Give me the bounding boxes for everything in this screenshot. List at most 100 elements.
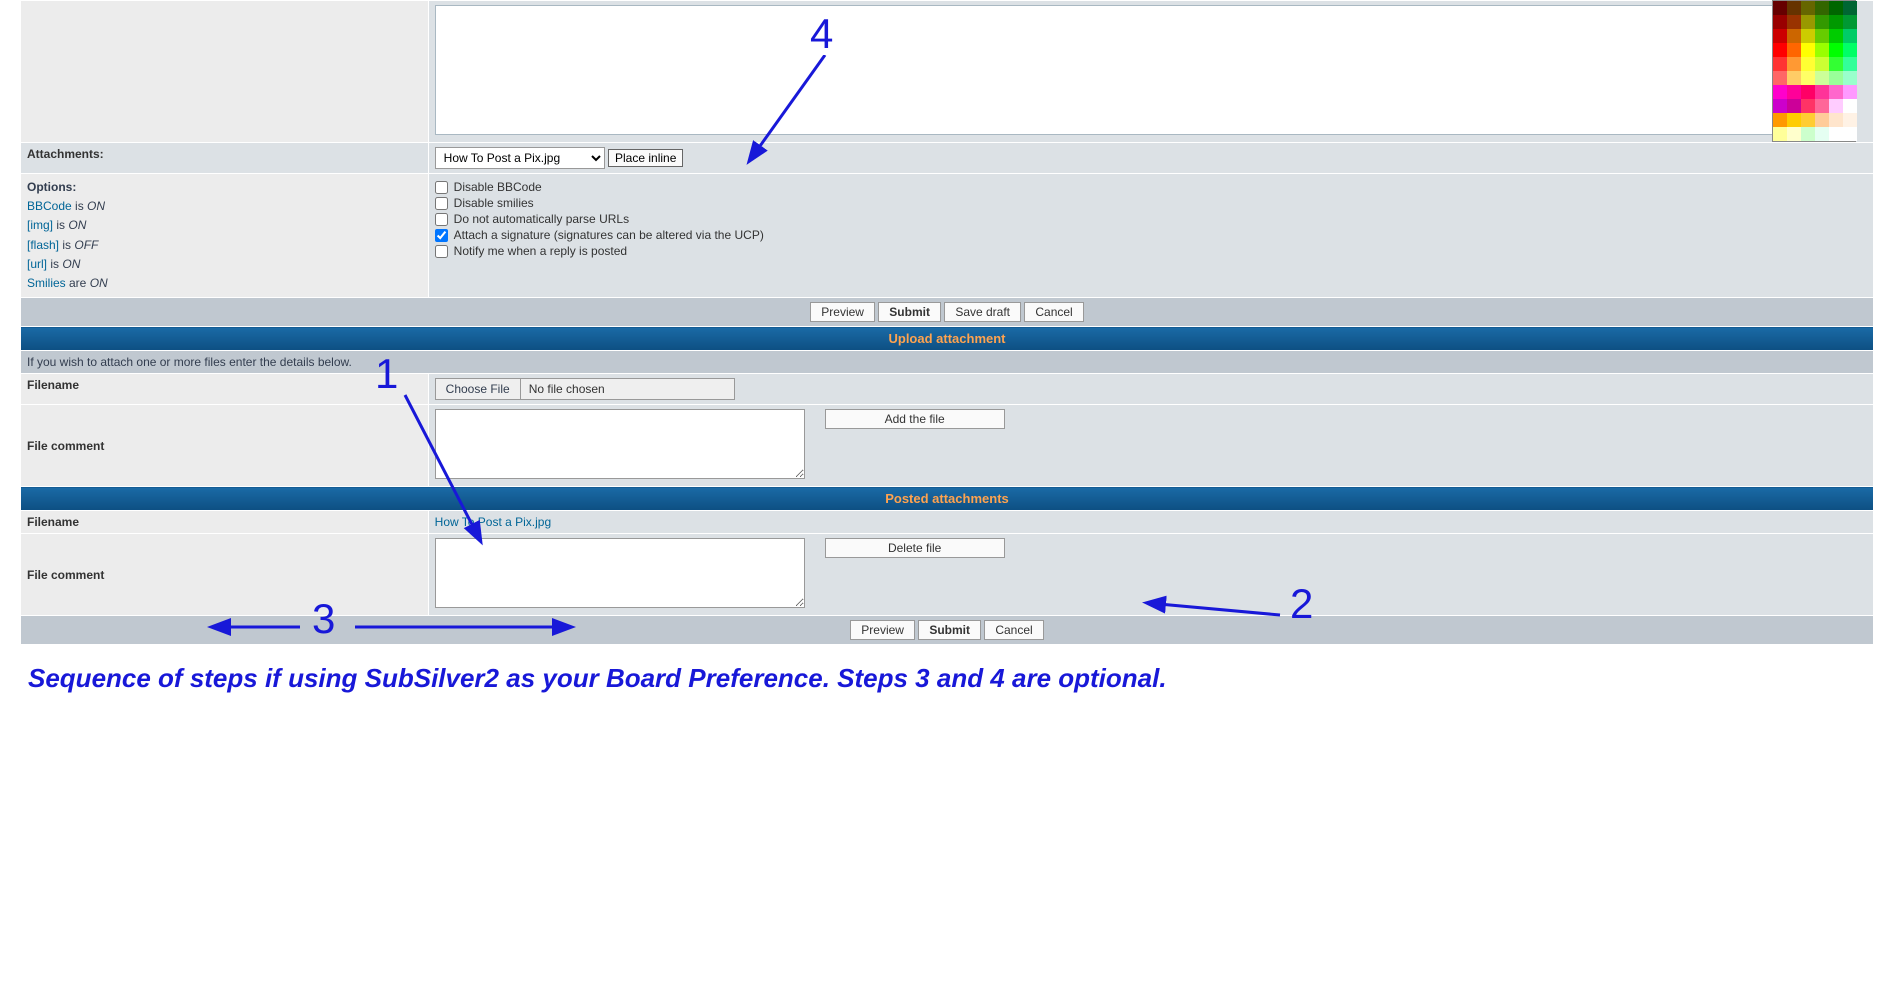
option-state: OFF: [74, 238, 98, 252]
option-checkbox[interactable]: [435, 197, 448, 210]
palette-swatch[interactable]: [1801, 71, 1815, 85]
preview-button-top[interactable]: Preview: [810, 302, 875, 322]
posted-comment-textarea[interactable]: [435, 538, 805, 608]
palette-swatch[interactable]: [1815, 127, 1829, 141]
posted-filename-link[interactable]: How To Post a Pix.jpg: [435, 515, 552, 529]
palette-swatch[interactable]: [1787, 99, 1801, 113]
palette-swatch[interactable]: [1843, 127, 1857, 141]
palette-swatch[interactable]: [1773, 1, 1787, 15]
option-checkbox-label: Do not automatically parse URLs: [454, 212, 629, 226]
palette-swatch[interactable]: [1773, 127, 1787, 141]
option-checkbox[interactable]: [435, 245, 448, 258]
option-tag: BBCode: [27, 199, 72, 213]
palette-swatch[interactable]: [1815, 15, 1829, 29]
palette-swatch[interactable]: [1829, 127, 1843, 141]
palette-swatch[interactable]: [1773, 29, 1787, 43]
palette-swatch[interactable]: [1773, 85, 1787, 99]
palette-swatch[interactable]: [1773, 113, 1787, 127]
option-checkbox-row[interactable]: Attach a signature (signatures can be al…: [435, 228, 1867, 242]
palette-swatch[interactable]: [1801, 1, 1815, 15]
palette-swatch[interactable]: [1843, 15, 1857, 29]
palette-swatch[interactable]: [1815, 71, 1829, 85]
file-input[interactable]: Choose File No file chosen: [435, 378, 735, 400]
palette-swatch[interactable]: [1843, 99, 1857, 113]
palette-swatch[interactable]: [1787, 113, 1801, 127]
palette-swatch[interactable]: [1773, 99, 1787, 113]
submit-button-bottom[interactable]: Submit: [918, 620, 981, 640]
add-file-button[interactable]: Add the file: [825, 409, 1005, 429]
palette-swatch[interactable]: [1815, 113, 1829, 127]
attachment-select[interactable]: How To Post a Pix.jpg: [435, 147, 605, 169]
options-status-cell: Options: BBCode is ON[img] is ON[flash] …: [21, 174, 429, 298]
file-status: No file chosen: [521, 379, 734, 399]
palette-swatch[interactable]: [1829, 29, 1843, 43]
palette-swatch[interactable]: [1801, 57, 1815, 71]
palette-swatch[interactable]: [1787, 57, 1801, 71]
option-checkbox-row[interactable]: Notify me when a reply is posted: [435, 244, 1867, 258]
palette-swatch[interactable]: [1801, 113, 1815, 127]
attachments-label: Attachments:: [21, 143, 429, 174]
palette-swatch[interactable]: [1843, 113, 1857, 127]
palette-swatch[interactable]: [1843, 43, 1857, 57]
palette-swatch[interactable]: [1773, 15, 1787, 29]
palette-swatch[interactable]: [1815, 85, 1829, 99]
palette-swatch[interactable]: [1787, 71, 1801, 85]
upload-filename-cell: Choose File No file chosen: [428, 374, 1873, 405]
option-checkbox[interactable]: [435, 229, 448, 242]
palette-swatch[interactable]: [1829, 71, 1843, 85]
option-checkbox-label: Notify me when a reply is posted: [454, 244, 627, 258]
save-draft-button[interactable]: Save draft: [944, 302, 1021, 322]
color-palette[interactable]: [1772, 0, 1856, 142]
preview-button-bottom[interactable]: Preview: [850, 620, 915, 640]
posted-filename-label: Filename: [21, 511, 429, 534]
cancel-button-bottom[interactable]: Cancel: [984, 620, 1043, 640]
option-checkbox-label: Disable smilies: [454, 196, 534, 210]
palette-swatch[interactable]: [1815, 1, 1829, 15]
palette-swatch[interactable]: [1787, 15, 1801, 29]
option-checkbox-row[interactable]: Disable BBCode: [435, 180, 1867, 194]
palette-swatch[interactable]: [1829, 85, 1843, 99]
choose-file-button[interactable]: Choose File: [436, 379, 521, 399]
palette-swatch[interactable]: [1829, 99, 1843, 113]
palette-swatch[interactable]: [1773, 43, 1787, 57]
cancel-button-top[interactable]: Cancel: [1024, 302, 1083, 322]
palette-swatch[interactable]: [1815, 43, 1829, 57]
palette-swatch[interactable]: [1801, 43, 1815, 57]
option-tag: [url]: [27, 257, 47, 271]
palette-swatch[interactable]: [1801, 99, 1815, 113]
palette-swatch[interactable]: [1801, 85, 1815, 99]
palette-swatch[interactable]: [1815, 29, 1829, 43]
option-checkbox-row[interactable]: Do not automatically parse URLs: [435, 212, 1867, 226]
palette-swatch[interactable]: [1843, 71, 1857, 85]
palette-swatch[interactable]: [1773, 57, 1787, 71]
palette-swatch[interactable]: [1843, 57, 1857, 71]
option-checkbox-row[interactable]: Disable smilies: [435, 196, 1867, 210]
palette-swatch[interactable]: [1787, 1, 1801, 15]
palette-swatch[interactable]: [1843, 85, 1857, 99]
palette-swatch[interactable]: [1829, 57, 1843, 71]
place-inline-button[interactable]: Place inline: [608, 149, 683, 167]
palette-swatch[interactable]: [1773, 71, 1787, 85]
attachments-cell: How To Post a Pix.jpg Place inline: [428, 143, 1873, 174]
palette-swatch[interactable]: [1801, 15, 1815, 29]
submit-button-top[interactable]: Submit: [878, 302, 941, 322]
palette-swatch[interactable]: [1843, 1, 1857, 15]
palette-swatch[interactable]: [1829, 43, 1843, 57]
option-checkbox[interactable]: [435, 181, 448, 194]
upload-comment-textarea[interactable]: [435, 409, 805, 479]
palette-swatch[interactable]: [1843, 29, 1857, 43]
palette-swatch[interactable]: [1829, 1, 1843, 15]
palette-swatch[interactable]: [1815, 99, 1829, 113]
option-checkbox[interactable]: [435, 213, 448, 226]
palette-swatch[interactable]: [1815, 57, 1829, 71]
message-textarea[interactable]: [435, 5, 1853, 135]
palette-swatch[interactable]: [1829, 113, 1843, 127]
palette-swatch[interactable]: [1829, 15, 1843, 29]
palette-swatch[interactable]: [1801, 127, 1815, 141]
palette-swatch[interactable]: [1787, 127, 1801, 141]
delete-file-button[interactable]: Delete file: [825, 538, 1005, 558]
palette-swatch[interactable]: [1801, 29, 1815, 43]
palette-swatch[interactable]: [1787, 43, 1801, 57]
palette-swatch[interactable]: [1787, 29, 1801, 43]
palette-swatch[interactable]: [1787, 85, 1801, 99]
